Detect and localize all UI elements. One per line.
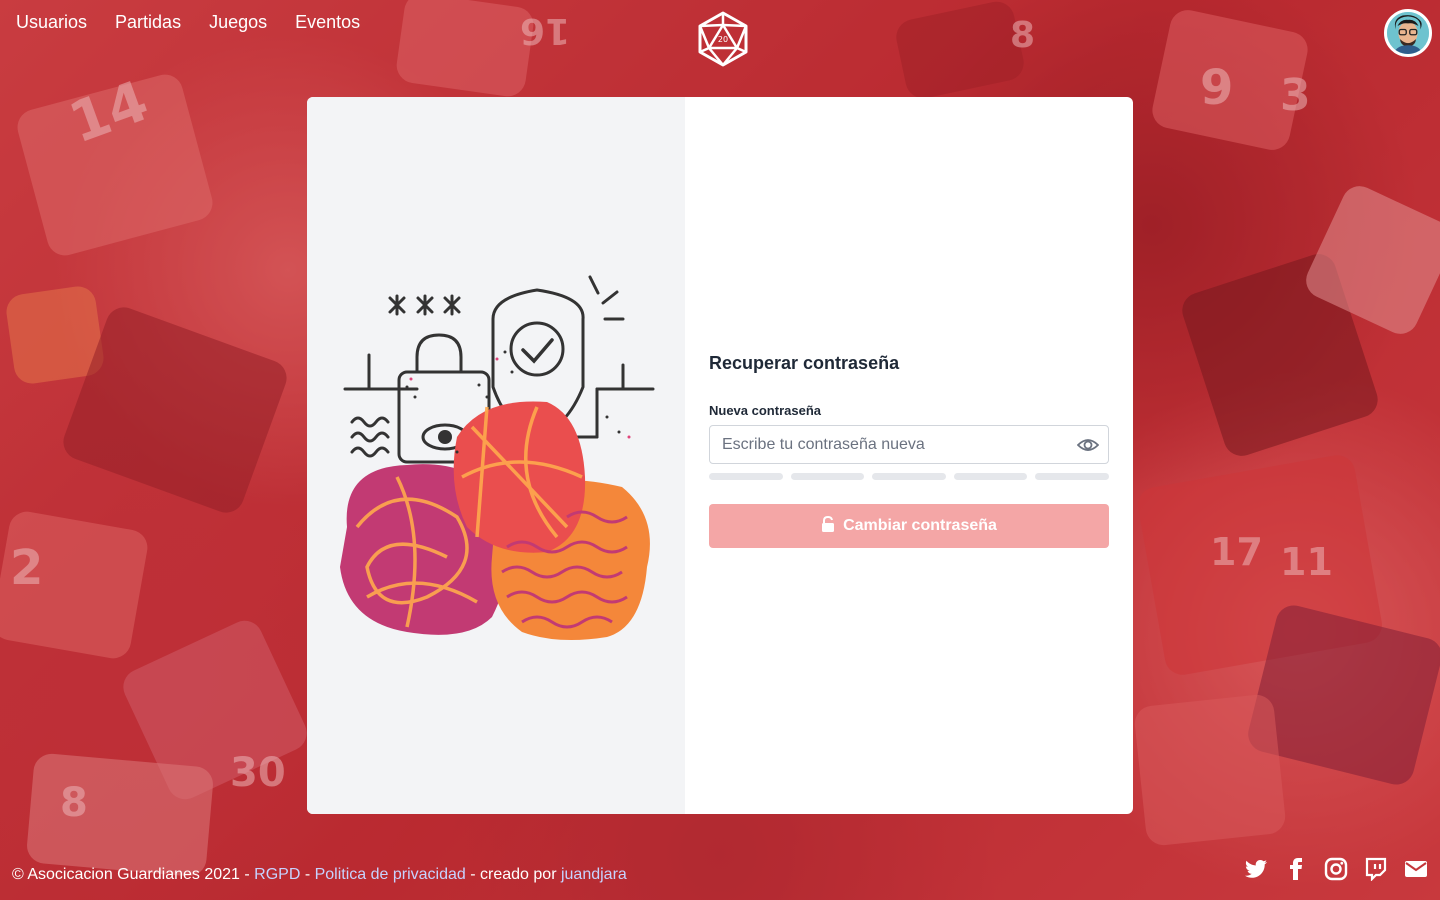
d20-icon[interactable]: 20 — [697, 11, 749, 67]
user-avatar[interactable] — [1384, 9, 1432, 57]
new-password-input[interactable] — [710, 426, 1108, 463]
recover-password-card: Recuperar contraseña Nueva contraseña Ca… — [307, 97, 1133, 814]
password-field-wrapper — [709, 425, 1109, 464]
strength-segment — [1035, 473, 1109, 480]
privacy-policy-link[interactable]: Politica de privacidad — [315, 866, 466, 883]
change-password-button[interactable]: Cambiar contraseña — [709, 504, 1109, 548]
change-password-label: Cambiar contraseña — [843, 517, 997, 534]
nav-item-juegos[interactable]: Juegos — [209, 12, 267, 33]
twitch-icon[interactable] — [1364, 857, 1388, 886]
instagram-icon[interactable] — [1324, 857, 1348, 886]
copyright-text: © Asocicacion Guardianes 2021 - — [12, 866, 255, 883]
unlock-icon — [821, 515, 835, 537]
eye-icon[interactable] — [1076, 435, 1100, 455]
footer: © Asocicacion Guardianes 2021 - RGPD - P… — [12, 866, 627, 884]
d20-number: 20 — [718, 35, 728, 44]
password-label: Nueva contraseña — [709, 403, 821, 418]
twitter-icon[interactable] — [1244, 857, 1268, 886]
strength-segment — [790, 473, 865, 480]
strength-segment — [709, 473, 783, 480]
mail-icon[interactable] — [1404, 857, 1428, 886]
footer-separator: - — [300, 866, 315, 883]
strength-segment — [872, 473, 946, 480]
created-by-text: - creado por — [465, 866, 561, 883]
social-links — [1244, 857, 1428, 886]
nav-item-usuarios[interactable]: Usuarios — [16, 12, 87, 33]
rgpd-link[interactable]: RGPD — [254, 866, 300, 883]
main-nav: Usuarios Partidas Juegos Eventos — [16, 12, 360, 33]
security-illustration — [307, 97, 685, 814]
password-strength-meter — [709, 473, 1109, 480]
nav-item-partidas[interactable]: Partidas — [115, 12, 181, 33]
author-link[interactable]: juandjara — [561, 866, 627, 883]
nav-item-eventos[interactable]: Eventos — [295, 12, 360, 33]
recover-password-form: Recuperar contraseña Nueva contraseña Ca… — [685, 97, 1133, 814]
form-title: Recuperar contraseña — [709, 353, 900, 373]
strength-segment — [953, 473, 1028, 480]
facebook-icon[interactable] — [1284, 857, 1308, 886]
